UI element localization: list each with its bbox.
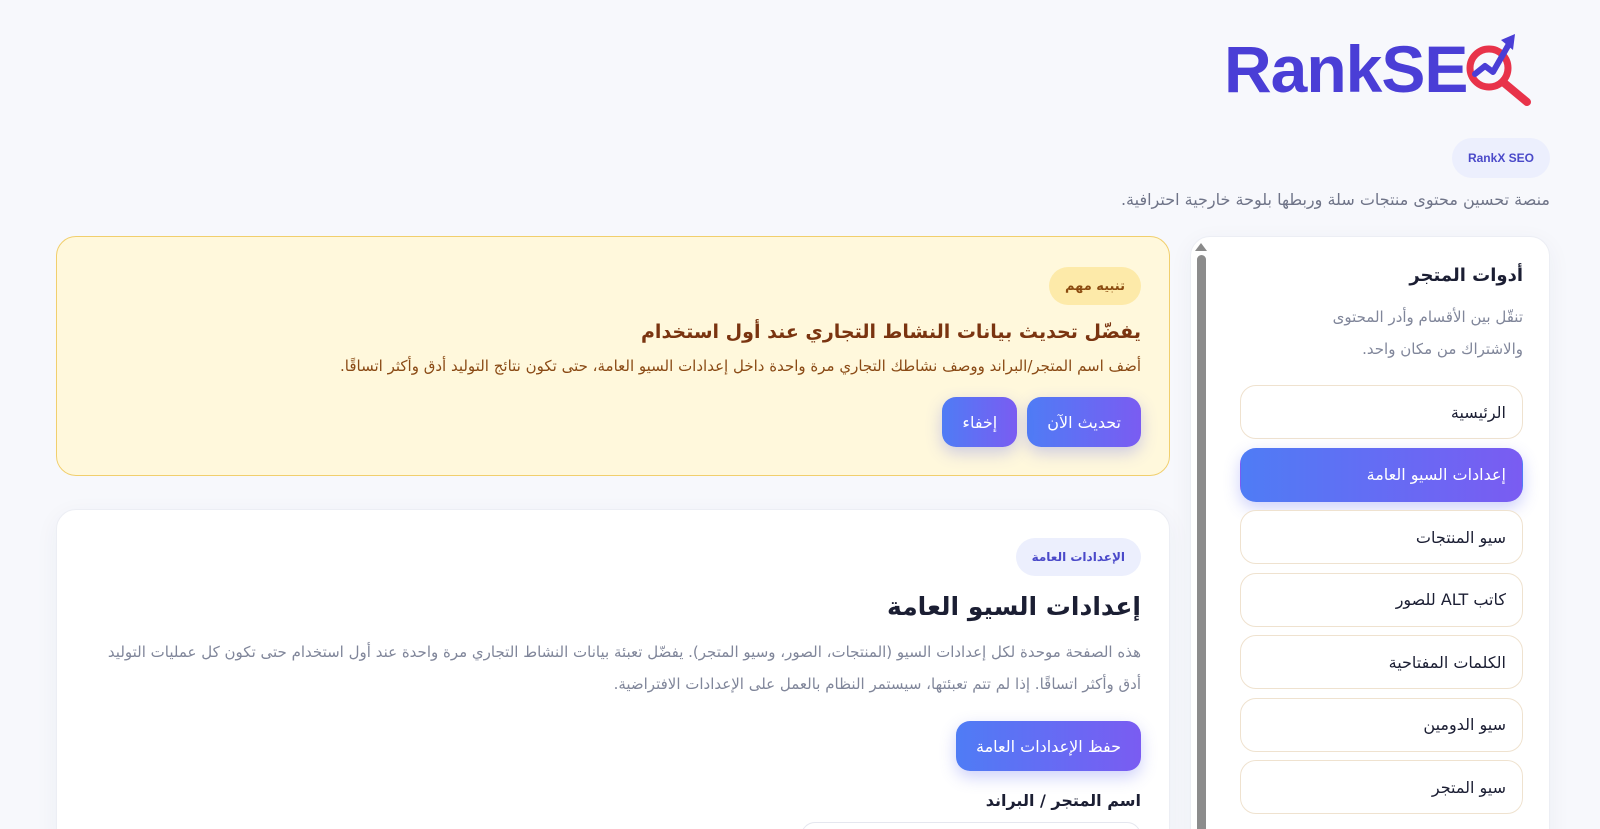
sidebar-nav: الرئيسية إعدادات السيو العامة سيو المنتج… bbox=[1240, 385, 1523, 823]
sidebar-scrollbar[interactable] bbox=[1195, 239, 1207, 829]
update-now-button[interactable]: تحديث الآن bbox=[1027, 397, 1141, 447]
sidebar-item-general-seo-settings[interactable]: إعدادات السيو العامة bbox=[1240, 447, 1523, 502]
sidebar-item-home[interactable]: الرئيسية bbox=[1240, 385, 1523, 439]
logo-seo-text: SE bbox=[1381, 32, 1468, 106]
sidebar-title: أدوات المتجر bbox=[1409, 265, 1523, 286]
sidebar-item-keywords[interactable]: الكلمات المفتاحية bbox=[1240, 635, 1523, 689]
important-notice-card: تنبيه مهم يفضّل تحديث بيانات النشاط التج… bbox=[56, 236, 1170, 476]
logo[interactable]: Rank SE bbox=[1224, 24, 1554, 114]
alert-title: يفضّل تحديث بيانات النشاط التجاري عند أو… bbox=[641, 321, 1141, 343]
alert-badge: تنبيه مهم bbox=[1048, 267, 1141, 305]
sidebar-item-domain-seo[interactable]: سيو الدومين bbox=[1240, 697, 1523, 752]
logo-wordmark: Rank SE bbox=[1224, 32, 1532, 106]
store-name-label: اسم المتجر / البراند bbox=[985, 791, 1141, 810]
sidebar-item-store-seo[interactable]: سيو المتجر bbox=[1240, 760, 1523, 814]
scroll-up-arrow-icon[interactable] bbox=[1195, 243, 1207, 251]
general-settings-card: الإعدادات العامة إعدادات السيو العامة هذ… bbox=[56, 509, 1170, 829]
hide-button[interactable]: إخفاء bbox=[942, 397, 1018, 447]
sidebar-item-products-seo[interactable]: سيو المنتجات bbox=[1240, 510, 1523, 564]
tagline: منصة تحسين محتوى منتجات سلة وربطها بلوحة… bbox=[1120, 190, 1550, 209]
page-title: إعدادات السيو العامة bbox=[887, 592, 1141, 621]
store-name-input[interactable] bbox=[801, 822, 1141, 829]
sidebar: أدوات المتجر تنقّل بين الأقسام وأدر المح… bbox=[1190, 236, 1550, 829]
brand-badge: RankX SEO bbox=[1451, 138, 1550, 178]
save-general-settings-button[interactable]: حفظ الإعدادات العامة bbox=[956, 721, 1141, 771]
page: Rank SE RankX SEO منصة تحسين محتوى منتجا… bbox=[0, 0, 1600, 829]
alert-actions: تحديث الآن إخفاء bbox=[942, 397, 1141, 447]
alert-text: أضف اسم المتجر/البراند ووصف نشاطك التجار… bbox=[340, 357, 1141, 375]
sidebar-item-image-alt-writer[interactable]: كاتب ALT للصور bbox=[1240, 572, 1523, 627]
section-badge: الإعدادات العامة bbox=[1015, 538, 1141, 576]
sidebar-description: تنقّل بين الأقسام وأدر المحتوى والاشتراك… bbox=[1332, 308, 1523, 358]
page-description: هذه الصفحة موحدة لكل إعدادات السيو (المن… bbox=[107, 643, 1141, 693]
magnifier-growth-icon bbox=[1466, 34, 1532, 106]
scrollbar-thumb[interactable] bbox=[1196, 255, 1206, 829]
logo-rank-text: Rank bbox=[1224, 32, 1382, 106]
